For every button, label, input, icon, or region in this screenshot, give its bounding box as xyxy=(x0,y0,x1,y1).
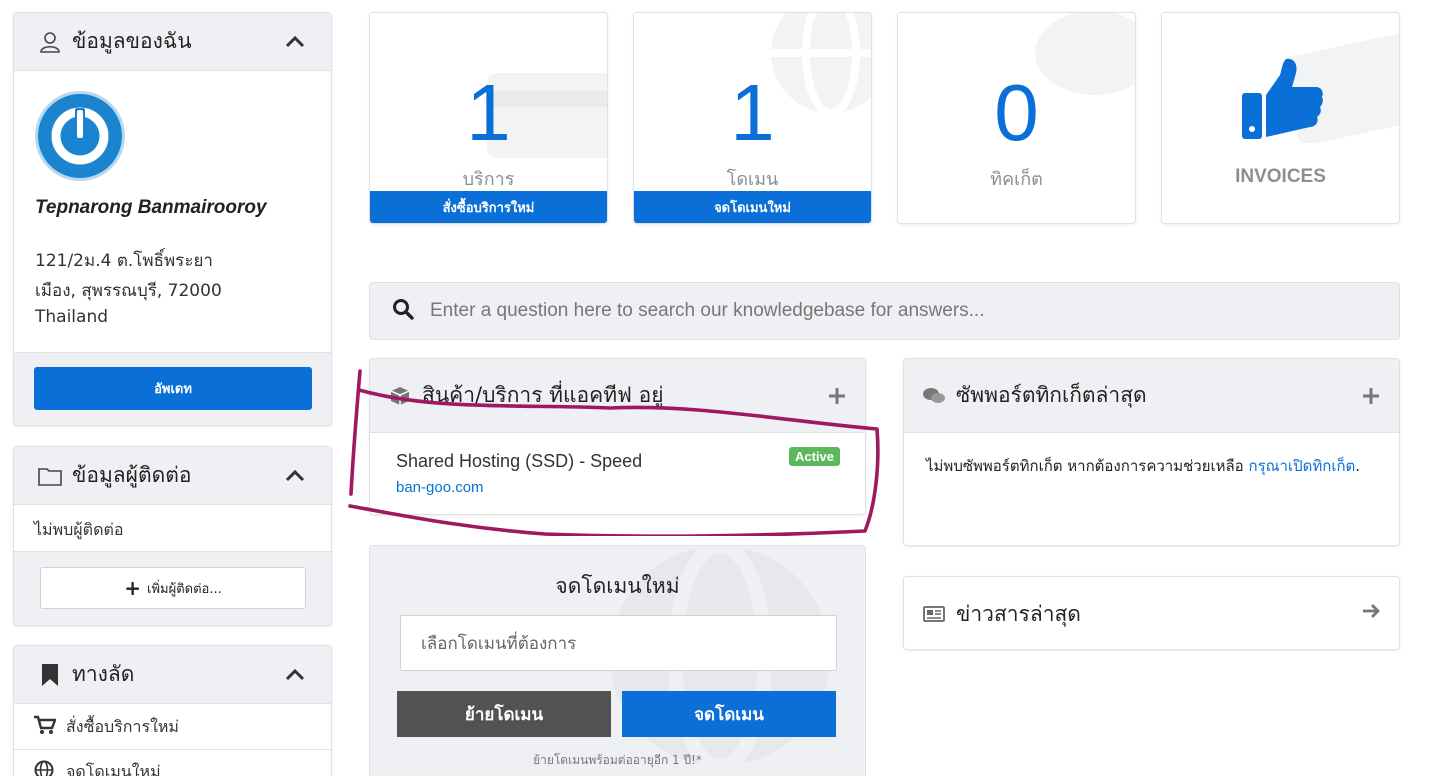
cube-icon xyxy=(388,384,412,408)
register-domain-link[interactable]: จดโดเมนใหม่ xyxy=(634,191,871,223)
stat-tickets[interactable]: 0 ทิคเก็ต xyxy=(897,12,1136,224)
status-badge: Active xyxy=(788,447,840,466)
news-card[interactable]: ข่าวสารล่าสุด xyxy=(903,576,1400,650)
support-tickets-body: ไม่พบซัพพอร์ตทิกเก็ต หากต้องการความช่วยเ… xyxy=(926,453,1379,480)
address-country: Thailand xyxy=(35,307,109,327)
contacts-card: ข้อมูลผู้ติดต่อ ไม่พบผู้ติดต่อ + เพิ่มผู… xyxy=(13,446,332,626)
chevron-up-icon[interactable] xyxy=(283,663,307,687)
shortcut-label: จดโดเมนใหม่ xyxy=(66,762,161,776)
chevron-up-icon[interactable] xyxy=(283,464,307,488)
shortcut-item-order[interactable]: สั่งซื้อบริการใหม่ xyxy=(14,705,331,750)
cart-icon xyxy=(34,715,57,740)
plus-icon[interactable] xyxy=(1361,386,1381,406)
search-icon xyxy=(392,298,414,325)
contacts-card-header[interactable]: ข้อมูลผู้ติดต่อ xyxy=(14,447,331,505)
stat-label: ทิคเก็ต xyxy=(990,169,1043,190)
shortcuts-card-title: ทางลัด xyxy=(72,662,135,686)
active-services-title: สินค้า/บริการ ที่แอคทีฟ อยู่ xyxy=(422,383,664,407)
support-tickets-card: ซัพพอร์ตทิกเก็ตล่าสุด ไม่พบซัพพอร์ตทิกเก… xyxy=(903,358,1400,546)
shortcuts-card-header[interactable]: ทางลัด xyxy=(14,646,331,704)
shortcut-label: สั่งซื้อบริการใหม่ xyxy=(66,716,179,736)
globe-icon xyxy=(34,760,56,776)
profile-card-header[interactable]: ข้อมูลของฉัน xyxy=(14,13,331,71)
newspaper-icon xyxy=(922,602,946,626)
news-header[interactable]: ข่าวสารล่าสุด xyxy=(904,577,1399,649)
update-button[interactable]: อัพเดท xyxy=(34,367,312,410)
order-service-link[interactable]: สั่งซื้อบริการใหม่ xyxy=(370,191,607,223)
chevron-up-icon[interactable] xyxy=(283,30,307,54)
search-input[interactable]: Enter a question here to search our know… xyxy=(430,300,985,322)
thumbs-up-icon xyxy=(1240,57,1324,148)
arrow-right-icon[interactable] xyxy=(1361,601,1381,627)
address-line-2: เมือง, สุพรรณบุรี, 72000 xyxy=(35,281,222,301)
profile-card: ข้อมูลของฉัน Tepnarong Banmairooroy 121/… xyxy=(13,12,332,426)
folder-icon xyxy=(38,464,62,488)
add-contact-button[interactable]: + เพิ่มผู้ติดต่อ... xyxy=(40,567,306,609)
transfer-domain-button[interactable]: ย้ายโดเมน xyxy=(397,691,611,737)
stat-label: บริการ xyxy=(462,169,515,190)
user-icon xyxy=(38,30,62,54)
contacts-card-title: ข้อมูลผู้ติดต่อ xyxy=(72,463,192,487)
shortcuts-card: ทางลัด สั่งซื้อบริการใหม่ จดโดเมนใหม่ xyxy=(13,645,332,776)
stat-number: 0 xyxy=(994,68,1039,157)
service-list-item[interactable]: Shared Hosting (SSD) - Speed ban-goo.com… xyxy=(370,433,865,514)
ticket-suffix: . xyxy=(1355,457,1361,475)
no-tickets-text: ไม่พบซัพพอร์ตทิกเก็ต หากต้องการความช่วยเ… xyxy=(926,457,1244,475)
profile-name: Tepnarong Banmairooroy xyxy=(35,197,267,218)
bookmark-icon xyxy=(38,663,62,687)
add-contact-label: เพิ่มผู้ติดต่อ... xyxy=(147,581,222,597)
shortcut-item-domain[interactable]: จดโดเมนใหม่ xyxy=(14,750,331,776)
stat-label: INVOICES xyxy=(1235,166,1326,187)
register-domain-title: จดโดเมนใหม่ xyxy=(555,574,680,598)
stat-invoices[interactable]: INVOICES xyxy=(1161,12,1400,224)
address-line-1: 121/2ม.4 ต.โพธิ์พระยา xyxy=(35,251,213,271)
plus-icon: + xyxy=(124,576,142,600)
transfer-note: ย้ายโดเมนพร้อมต่ออายุอีก 1 ปี!* xyxy=(533,753,702,767)
active-services-header: สินค้า/บริการ ที่แอคทีฟ อยู่ xyxy=(370,359,865,433)
active-services-card: สินค้า/บริการ ที่แอคทีฟ อยู่ Shared Host… xyxy=(369,358,866,515)
knowledgebase-search[interactable]: Enter a question here to search our know… xyxy=(369,282,1400,340)
support-tickets-title: ซัพพอร์ตทิกเก็ตล่าสุด xyxy=(956,383,1147,407)
open-ticket-link[interactable]: กรุณาเปิดทิกเก็ต xyxy=(1248,457,1355,475)
stat-number: 1 xyxy=(730,68,775,157)
plus-icon[interactable] xyxy=(827,386,847,406)
stat-label: โดเมน xyxy=(726,169,779,190)
avatar xyxy=(35,91,125,181)
domain-search-input[interactable]: เลือกโดเมนที่ต้องการ xyxy=(400,615,837,671)
support-tickets-header: ซัพพอร์ตทิกเก็ตล่าสุด xyxy=(904,359,1399,433)
register-domain-panel: จดโดเมนใหม่ เลือกโดเมนที่ต้องการ ย้ายโดเ… xyxy=(369,545,866,776)
comments-icon xyxy=(922,384,946,408)
profile-card-title: ข้อมูลของฉัน xyxy=(72,29,192,53)
service-domain-link[interactable]: ban-goo.com xyxy=(396,479,484,496)
stat-services[interactable]: 1 บริการ สั่งซื้อบริการใหม่ xyxy=(369,12,608,224)
stat-domains[interactable]: 1 โดเมน จดโดเมนใหม่ xyxy=(633,12,872,224)
stat-number: 1 xyxy=(466,68,511,157)
news-title: ข่าวสารล่าสุด xyxy=(956,601,1081,626)
register-domain-button[interactable]: จดโดเมน xyxy=(622,691,836,737)
service-name: Shared Hosting (SSD) - Speed xyxy=(396,451,643,471)
contacts-empty-text: ไม่พบผู้ติดต่อ xyxy=(34,520,124,539)
